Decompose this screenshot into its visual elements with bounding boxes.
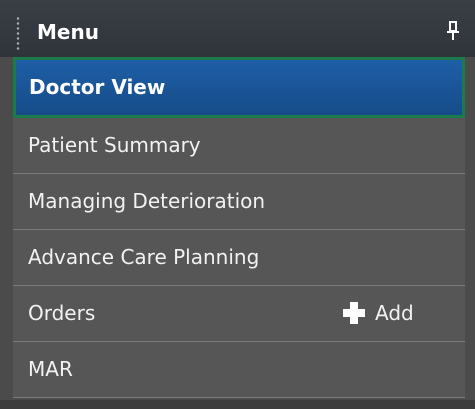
menu-item-managing-deterioration[interactable]: Managing Deterioration	[13, 174, 465, 230]
menu-item-label: Patient Summary	[28, 133, 201, 157]
menu-header: Menu	[0, 0, 475, 57]
add-label: Add	[375, 301, 414, 325]
menu-item-doctor-view[interactable]: Doctor View	[13, 57, 465, 118]
menu-item-label: Doctor View	[29, 75, 166, 99]
grip-dots-icon[interactable]	[16, 16, 20, 50]
menu-bottom-edge	[0, 400, 475, 409]
menu-item-orders[interactable]: Orders Add	[13, 286, 465, 342]
menu-item-label: MAR	[28, 357, 73, 381]
menu-item-label: Advance Care Planning	[28, 245, 260, 269]
menu-item-label: Managing Deterioration	[28, 189, 266, 213]
menu-item-label: Orders	[28, 301, 96, 325]
menu-item-patient-summary[interactable]: Patient Summary	[13, 118, 465, 174]
menu-item-advance-care-planning[interactable]: Advance Care Planning	[13, 230, 465, 286]
menu-item-mar[interactable]: MAR	[13, 342, 465, 398]
menu-title: Menu	[37, 20, 99, 44]
pin-icon[interactable]	[446, 20, 460, 42]
menu-panel: Menu Doctor View Patient Summary Managin…	[0, 0, 475, 409]
add-order-button[interactable]: Add	[343, 300, 414, 326]
plus-icon	[343, 302, 365, 324]
